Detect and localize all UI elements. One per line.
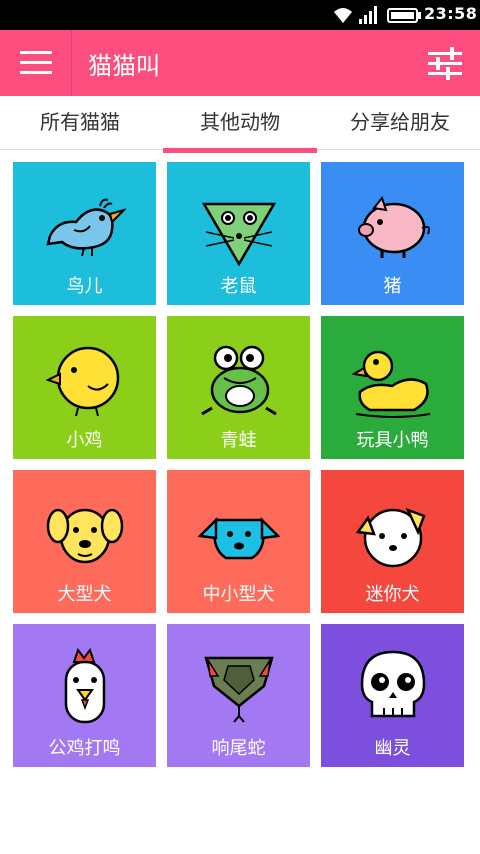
tab-bar: 所有猫猫 其他动物 分享给朋友 bbox=[0, 96, 480, 150]
mini-dog-icon bbox=[355, 507, 426, 568]
tile-label: 猪 bbox=[383, 276, 402, 297]
bird-icon bbox=[46, 198, 126, 257]
tile-label: 玩具小鸭 bbox=[356, 430, 429, 451]
medium-dog-icon bbox=[198, 516, 280, 560]
battery-icon bbox=[387, 8, 421, 23]
tile-label: 青蛙 bbox=[220, 430, 257, 451]
rooster-icon bbox=[64, 647, 106, 724]
tile-ghost[interactable]: 幽灵 bbox=[321, 624, 464, 767]
skull-icon bbox=[360, 650, 426, 718]
signal-icon bbox=[359, 6, 377, 24]
menu-button[interactable] bbox=[0, 30, 72, 96]
tile-label: 迷你犬 bbox=[365, 584, 420, 605]
tile-medium-dog[interactable]: 中小型犬 bbox=[167, 470, 310, 613]
tile-chick[interactable]: 小鸡 bbox=[13, 316, 156, 459]
tile-mouse[interactable]: 老鼠 bbox=[167, 162, 310, 305]
animal-grid: 鸟儿 老鼠 猪 小鸡 青蛙 玩具小鸭 大型犬 中小型犬 迷你犬 公鸡打鸣 响尾蛇… bbox=[0, 150, 480, 770]
tab-share-with-friends[interactable]: 分享给朋友 bbox=[320, 96, 480, 150]
status-time: 23:58 bbox=[424, 4, 478, 23]
large-dog-icon bbox=[46, 508, 124, 564]
toy-duck-icon bbox=[352, 350, 431, 418]
tile-bird[interactable]: 鸟儿 bbox=[13, 162, 156, 305]
tile-label: 老鼠 bbox=[220, 276, 257, 297]
mouse-icon bbox=[201, 202, 277, 266]
tile-label: 中小型犬 bbox=[202, 584, 275, 605]
tile-label: 响尾蛇 bbox=[211, 738, 266, 759]
tab-all-cats[interactable]: 所有猫猫 bbox=[0, 96, 160, 150]
tile-label: 小鸡 bbox=[66, 430, 103, 451]
tile-mini-dog[interactable]: 迷你犬 bbox=[321, 470, 464, 613]
tile-rooster[interactable]: 公鸡打鸣 bbox=[13, 624, 156, 767]
settings-button[interactable] bbox=[416, 30, 480, 96]
app-title: 猫猫叫 bbox=[88, 52, 160, 80]
status-bar: 23:58 bbox=[0, 0, 480, 30]
tab-other-animals[interactable]: 其他动物 bbox=[160, 96, 320, 150]
tile-label: 鸟儿 bbox=[66, 276, 103, 297]
frog-icon bbox=[201, 345, 277, 416]
hamburger-menu-icon bbox=[20, 51, 52, 74]
tile-label: 公鸡打鸣 bbox=[48, 738, 121, 759]
rattlesnake-icon bbox=[204, 656, 274, 723]
tile-toy-duck[interactable]: 玩具小鸭 bbox=[321, 316, 464, 459]
tile-label: 大型犬 bbox=[57, 584, 112, 605]
tile-rattlesnake[interactable]: 响尾蛇 bbox=[167, 624, 310, 767]
tile-pig[interactable]: 猪 bbox=[321, 162, 464, 305]
sliders-settings-icon bbox=[428, 47, 462, 80]
wifi-icon bbox=[334, 8, 352, 23]
tile-frog[interactable]: 青蛙 bbox=[167, 316, 310, 459]
tile-label: 幽灵 bbox=[374, 738, 411, 759]
app-bar: 猫猫叫 bbox=[0, 30, 480, 96]
chick-icon bbox=[45, 346, 120, 417]
pig-icon bbox=[358, 195, 431, 258]
tile-large-dog[interactable]: 大型犬 bbox=[13, 470, 156, 613]
